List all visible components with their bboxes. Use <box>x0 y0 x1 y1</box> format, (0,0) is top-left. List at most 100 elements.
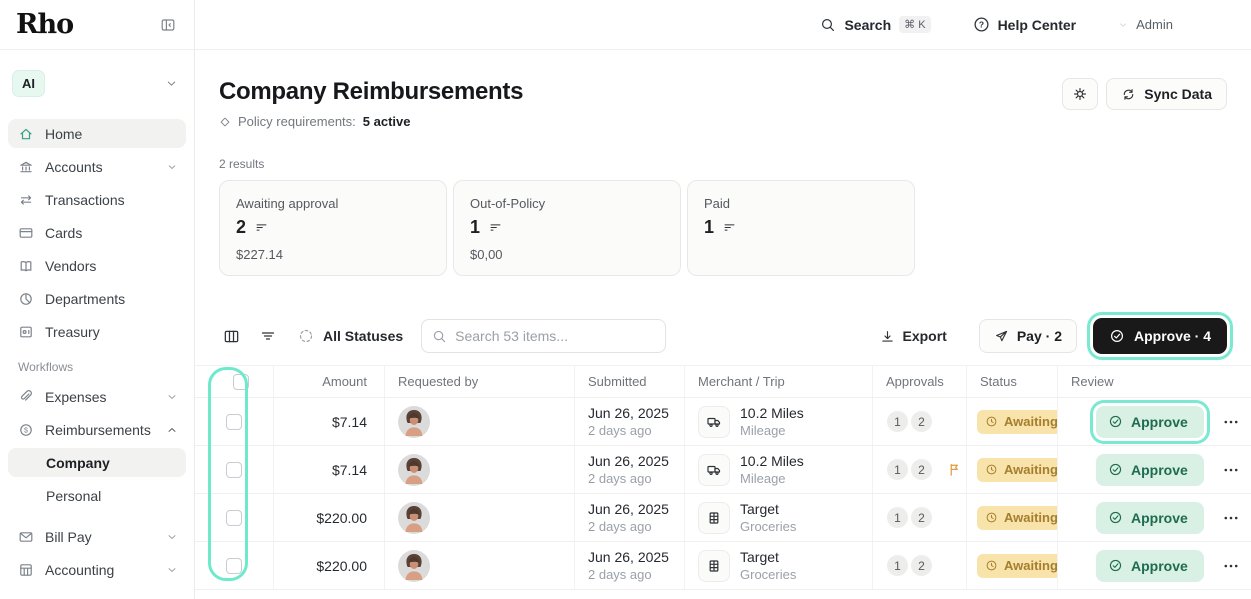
sync-data-button[interactable]: Sync Data <box>1106 78 1227 110</box>
refund-icon: $ <box>18 422 34 438</box>
chevron-up-icon <box>166 424 178 436</box>
column-header-status[interactable]: Status <box>966 366 1057 397</box>
download-icon <box>880 329 895 344</box>
sidebar-item-accounting[interactable]: Accounting <box>8 555 186 584</box>
sidebar-item-home[interactable]: Home <box>8 119 186 148</box>
sidebar-item-transactions[interactable]: Transactions <box>8 185 186 214</box>
results-count: 2 results <box>195 157 1251 171</box>
stat-card-out-of-policy[interactable]: Out-of-Policy 1 $0,00 <box>453 180 681 276</box>
truck-icon <box>706 462 722 478</box>
submitted-ago: 2 days ago <box>588 567 652 582</box>
column-header-approvals[interactable]: Approvals <box>872 366 966 397</box>
stat-amount: $227.14 <box>236 247 430 262</box>
row-checkbox[interactable] <box>226 462 242 478</box>
svg-text:$: $ <box>24 427 28 434</box>
settings-button[interactable] <box>1062 78 1098 110</box>
row-menu-button[interactable] <box>1219 458 1243 482</box>
policy-label: Policy requirements: <box>238 114 356 129</box>
store-icon <box>706 510 722 526</box>
column-header-requested-by[interactable]: Requested by <box>384 366 574 397</box>
sidebar-item-bill-pay[interactable]: Bill Pay <box>8 522 186 551</box>
user-menu[interactable]: Admin <box>1118 17 1173 32</box>
row-menu-button[interactable] <box>1219 410 1243 434</box>
row-menu-button[interactable] <box>1219 554 1243 578</box>
row-checkbox[interactable] <box>226 558 242 574</box>
filter-lines-icon <box>255 221 268 234</box>
clock-icon <box>985 559 998 572</box>
sidebar-item-treasury[interactable]: Treasury <box>8 317 186 346</box>
table-search-input[interactable] <box>455 328 655 344</box>
pay-button[interactable]: Pay · 2 <box>979 319 1077 353</box>
row-menu-button[interactable] <box>1219 506 1243 530</box>
main-content: Company Reimbursements Policy requiremen… <box>195 50 1251 599</box>
rho-logo: Rho <box>16 9 73 40</box>
help-center-button[interactable]: ? Help Center <box>973 16 1077 33</box>
safe-icon <box>18 324 34 340</box>
columns-button[interactable] <box>219 324 244 349</box>
sidebar-item-label: Departments <box>45 291 178 307</box>
sidebar-item-vendors[interactable]: Vendors <box>8 251 186 280</box>
submitted-date: Jun 26, 2025 <box>588 501 669 517</box>
merchant-category: Groceries <box>740 567 796 582</box>
stat-card-awaiting-approval[interactable]: Awaiting approval 2 $227.14 <box>219 180 447 276</box>
approve-label: Approve <box>1131 510 1188 526</box>
chevron-down-icon <box>1118 20 1128 30</box>
chevron-down-icon <box>166 161 178 173</box>
select-all-checkbox[interactable] <box>233 374 249 390</box>
approver-chip: 1 <box>887 555 908 576</box>
column-header-amount[interactable]: Amount <box>273 366 384 397</box>
ai-assistant-row[interactable]: AI <box>8 70 186 97</box>
sidebar-item-label: Accounts <box>45 159 155 175</box>
book-icon <box>18 258 34 274</box>
stat-count: 1 <box>470 217 480 238</box>
filter-lines-icon <box>723 221 736 234</box>
export-button[interactable]: Export <box>880 328 947 344</box>
approve-button[interactable]: Approve <box>1096 406 1204 438</box>
more-dots-icon <box>1223 510 1239 526</box>
status-badge: Awaiting Approval <box>977 506 1057 530</box>
table-row[interactable]: $220.00 Jun 26, 2025 2 days ago Target G… <box>195 542 1251 590</box>
row-checkbox[interactable] <box>226 510 242 526</box>
collapse-sidebar-icon <box>160 17 176 33</box>
approver-chip: 2 <box>911 507 932 528</box>
sync-data-label: Sync Data <box>1144 86 1212 102</box>
submitted-ago: 2 days ago <box>588 519 652 534</box>
column-header-review[interactable]: Review <box>1057 366 1251 397</box>
table-row[interactable]: $7.14 Jun 26, 2025 2 days ago 10.2 Miles… <box>195 398 1251 446</box>
filter-button[interactable] <box>256 324 280 348</box>
global-search-button[interactable]: Search ⌘ K <box>820 16 930 33</box>
approve-all-label: Approve · 4 <box>1134 328 1211 344</box>
sidebar-item-accounts[interactable]: Accounts <box>8 152 186 181</box>
more-dots-icon <box>1223 558 1239 574</box>
status-label: Awaiting Approval <box>1004 510 1057 525</box>
header-checkbox-cell <box>195 366 273 397</box>
sidebar-item-label: Accounting <box>45 562 155 578</box>
table-row[interactable]: $220.00 Jun 26, 2025 2 days ago Target G… <box>195 494 1251 542</box>
requester-avatar <box>398 454 430 486</box>
sidebar-item-cards[interactable]: Cards <box>8 218 186 247</box>
row-checkbox[interactable] <box>226 414 242 430</box>
merchant-name: 10.2 Miles <box>740 405 804 421</box>
column-header-submitted[interactable]: Submitted <box>574 366 684 397</box>
stat-cards: Awaiting approval 2 $227.14 Out-of-Polic… <box>195 180 1251 276</box>
approve-button[interactable]: Approve <box>1096 550 1204 582</box>
stat-count: 2 <box>236 217 246 238</box>
sidebar-subitem-company[interactable]: Company <box>8 448 186 477</box>
sidebar-item-departments[interactable]: Departments <box>8 284 186 313</box>
sidebar-subitem-personal[interactable]: Personal <box>8 481 186 510</box>
amount-cell: $220.00 <box>273 494 384 541</box>
sidebar-item-label: Home <box>45 126 178 142</box>
approve-button[interactable]: Approve <box>1096 454 1204 486</box>
sidebar-item-reimbursements[interactable]: $ Reimbursements <box>8 415 186 444</box>
collapse-sidebar-button[interactable] <box>156 13 180 37</box>
sidebar-item-expenses[interactable]: Expenses <box>8 382 186 411</box>
ai-badge[interactable]: AI <box>12 70 45 97</box>
approve-all-button[interactable]: Approve · 4 <box>1093 318 1227 354</box>
table-row[interactable]: $7.14 Jun 26, 2025 2 days ago 10.2 Miles… <box>195 446 1251 494</box>
search-icon <box>820 17 836 33</box>
status-filter-dropdown[interactable]: All Statuses <box>298 328 403 344</box>
approve-button[interactable]: Approve <box>1096 502 1204 534</box>
column-header-merchant[interactable]: Merchant / Trip <box>684 366 872 397</box>
sidebar-item-label: Transactions <box>45 192 178 208</box>
stat-card-paid[interactable]: Paid 1 <box>687 180 915 276</box>
